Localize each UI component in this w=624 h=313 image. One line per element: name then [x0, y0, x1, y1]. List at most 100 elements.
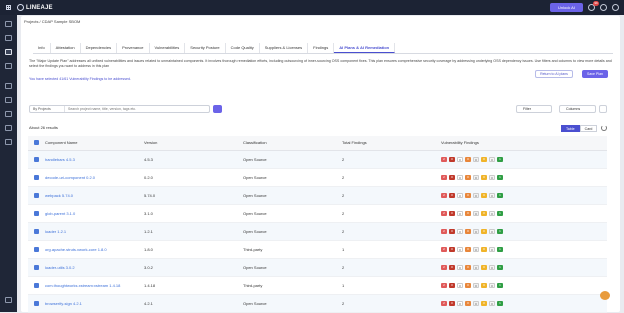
vuln-count-badge[interactable]: 0 [457, 228, 463, 234]
vuln-count-badge[interactable]: 0 [489, 264, 495, 270]
vuln-count-badge[interactable]: 0 [449, 192, 455, 198]
table-row[interactable]: com.thoughtworks.xstream:xstream 1.4.18 1… [28, 276, 607, 295]
vuln-count-badge[interactable]: 0 [489, 228, 495, 234]
projects-icon[interactable] [5, 49, 12, 55]
vuln-count-badge[interactable]: 0 [489, 246, 495, 252]
filter-button[interactable]: Filter [516, 105, 552, 113]
vuln-count-badge[interactable]: 2 [441, 192, 447, 198]
vuln-count-badge[interactable]: 0 [473, 246, 479, 252]
reports-icon[interactable] [5, 83, 12, 89]
vuln-count-badge[interactable]: 0 [449, 264, 455, 270]
component-name-link[interactable]: browserify-sign 4.2.1 [45, 301, 82, 306]
vuln-count-badge[interactable]: 0 [473, 192, 479, 198]
vuln-count-badge[interactable]: 0 [449, 228, 455, 234]
component-name-link[interactable]: loader 1.2.1 [45, 229, 66, 234]
brand-logo[interactable]: LINEAJE [17, 4, 53, 11]
vuln-count-badge[interactable]: 0 [457, 264, 463, 270]
row-checkbox[interactable] [34, 246, 39, 252]
component-name-link[interactable]: com.thoughtworks.xstream:xstream 1.4.18 [45, 283, 120, 288]
vuln-count-badge[interactable]: 0 [465, 210, 471, 216]
table-row[interactable]: loader 1.2.1 1.2.1 Open Source 2 2 0 0 0 0 0 0 1 [28, 222, 607, 241]
vuln-count-badge[interactable]: 0 [449, 282, 455, 288]
card-view-button[interactable]: Card [579, 125, 598, 132]
refresh-icon[interactable] [601, 125, 607, 131]
vuln-count-badge[interactable]: 0 [449, 210, 455, 216]
row-checkbox[interactable] [34, 192, 39, 198]
vuln-count-badge[interactable]: 0 [457, 156, 463, 162]
vuln-count-badge[interactable]: 0 [481, 228, 487, 234]
vuln-count-badge[interactable]: 0 [489, 210, 495, 216]
tab-provenance[interactable]: Provenance [117, 43, 150, 53]
vuln-count-badge[interactable]: 1 [497, 300, 503, 306]
table-view-button[interactable]: Table [561, 125, 580, 132]
vuln-count-badge[interactable]: 0 [449, 174, 455, 180]
vuln-count-badge[interactable]: 0 [473, 264, 479, 270]
breadcrumb[interactable]: Projects / CDAP Sample SBOM [24, 19, 80, 24]
vuln-count-badge[interactable]: 0 [457, 300, 463, 306]
col-component-name[interactable]: Component Name [45, 136, 144, 151]
tab-code-quality[interactable]: Code Quality [226, 43, 260, 53]
component-name-link[interactable]: handlebars 4.5.3 [45, 157, 75, 162]
tab-info[interactable]: Info [33, 43, 51, 53]
select-all-checkbox[interactable] [34, 140, 39, 146]
vuln-count-badge[interactable]: 0 [465, 300, 471, 306]
table-row[interactable]: handlebars 4.5.3 4.5.3 Open Source 2 2 0 0 0 0 0 0… [28, 150, 607, 169]
vuln-count-badge[interactable]: 0 [489, 174, 495, 180]
vuln-count-badge[interactable]: 2 [441, 300, 447, 306]
vuln-count-badge[interactable]: 1 [497, 210, 503, 216]
search-icon[interactable] [5, 63, 12, 69]
vuln-count-badge[interactable]: 0 [465, 174, 471, 180]
vuln-count-badge[interactable]: 0 [465, 228, 471, 234]
row-checkbox[interactable] [34, 174, 39, 180]
component-name-link[interactable]: webpack 5.74.0 [45, 193, 73, 198]
save-plan-button[interactable]: Save Plan [582, 70, 608, 78]
vuln-count-badge[interactable]: 0 [481, 246, 487, 252]
vuln-count-badge[interactable]: 1 [497, 264, 503, 270]
row-checkbox[interactable] [34, 264, 39, 270]
vuln-count-badge[interactable]: 0 [481, 156, 487, 162]
row-checkbox[interactable] [34, 228, 39, 234]
vuln-count-badge[interactable]: 2 [441, 174, 447, 180]
tab-findings[interactable]: Findings [308, 43, 335, 53]
vuln-count-badge[interactable]: 0 [489, 156, 495, 162]
vuln-count-badge[interactable]: 2 [441, 228, 447, 234]
vuln-count-badge[interactable]: 0 [481, 300, 487, 306]
search-scope-select[interactable]: By Projects [30, 106, 65, 112]
search-button[interactable] [213, 105, 222, 113]
component-name-link[interactable]: org.apache.struts.xwork-core 1.8.0 [45, 247, 107, 252]
component-name-link[interactable]: decode-uri-component 0.2.0 [45, 175, 95, 180]
vuln-count-badge[interactable]: 2 [441, 246, 447, 252]
vuln-count-badge[interactable]: 0 [473, 300, 479, 306]
vuln-count-badge[interactable]: 2 [441, 264, 447, 270]
vuln-count-badge[interactable]: 1 [497, 192, 503, 198]
search-input[interactable] [65, 107, 205, 111]
dashboard-icon[interactable] [5, 35, 12, 41]
col-classification[interactable]: Classification [243, 136, 342, 151]
vuln-count-badge[interactable]: 2 [441, 210, 447, 216]
vuln-count-badge[interactable]: 1 [497, 228, 503, 234]
vuln-count-badge[interactable]: 0 [481, 264, 487, 270]
return-to-ai-plans-button[interactable]: Return to AI plans [535, 70, 573, 78]
vuln-count-badge[interactable]: 0 [457, 210, 463, 216]
download-icon[interactable] [599, 105, 607, 113]
col-vulnerability-findings[interactable]: Vulnerability Findings [441, 136, 607, 151]
assistant-mascot-icon[interactable] [600, 291, 610, 300]
col-version[interactable]: Version [144, 136, 243, 151]
vuln-count-badge[interactable]: 0 [465, 246, 471, 252]
vuln-count-badge[interactable]: 0 [457, 192, 463, 198]
vuln-count-badge[interactable]: 0 [465, 282, 471, 288]
col-total-findings[interactable]: Total Findings [342, 136, 441, 151]
integrations-icon[interactable] [5, 125, 12, 131]
vuln-count-badge[interactable]: 0 [449, 156, 455, 162]
columns-button[interactable]: Columns [559, 105, 596, 113]
tab-security-posture[interactable]: Security Posture [185, 43, 226, 53]
unlock-ai-button[interactable]: Unlock AI [550, 3, 583, 12]
vuln-count-badge[interactable]: 0 [489, 300, 495, 306]
tab-dependencies[interactable]: Dependencies [81, 43, 118, 53]
vuln-count-badge[interactable]: 1 [497, 174, 503, 180]
admin-icon[interactable] [5, 139, 12, 145]
vuln-count-badge[interactable]: 0 [449, 300, 455, 306]
policies-icon[interactable] [5, 111, 12, 117]
row-checkbox[interactable] [34, 210, 39, 216]
component-name-link[interactable]: loader-utils 3.0.2 [45, 265, 75, 270]
